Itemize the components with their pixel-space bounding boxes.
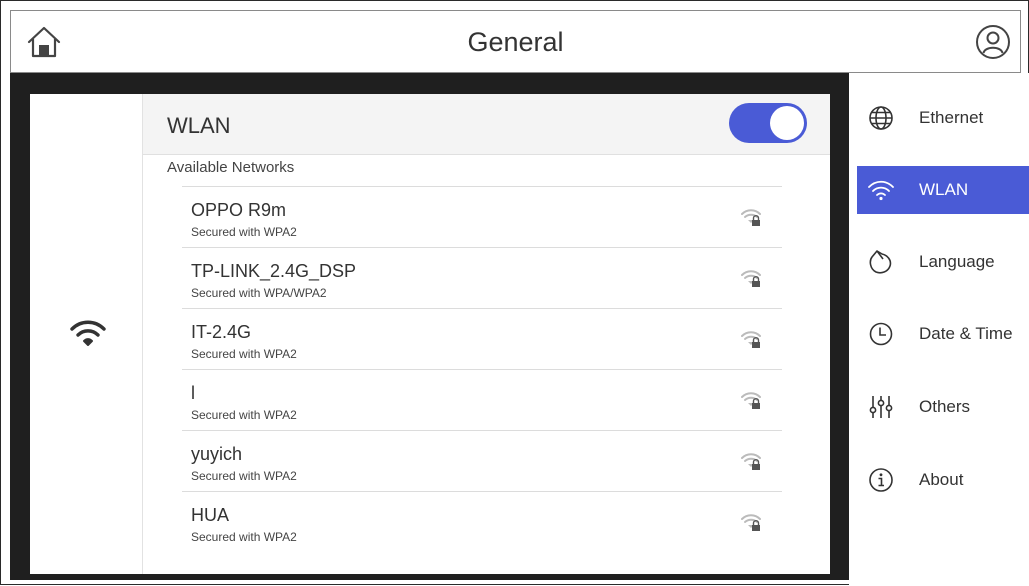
wlan-card: WLAN Available Networks OPPO R9m Secured… bbox=[30, 94, 830, 574]
network-item[interactable]: HUA Secured with WPA2 bbox=[182, 491, 782, 552]
nav-item-ethernet[interactable]: Ethernet bbox=[857, 94, 1029, 142]
globe-icon bbox=[869, 106, 893, 130]
nav-label: WLAN bbox=[919, 180, 969, 199]
sliders-icon bbox=[869, 396, 893, 418]
wifi-lock-icon bbox=[741, 514, 761, 531]
settings-nav: Ethernet WLAN Language Date & Time Other… bbox=[849, 73, 1029, 586]
nav-item-about[interactable]: About bbox=[857, 456, 1029, 504]
nav-label: Others bbox=[919, 397, 971, 416]
nav-item-date-time[interactable]: Date & Time bbox=[857, 310, 1029, 358]
top-bar: General bbox=[10, 10, 1021, 73]
network-name: IT-2.4G bbox=[191, 322, 252, 342]
network-name: HUA bbox=[191, 505, 230, 525]
network-security: Secured with WPA2 bbox=[191, 225, 297, 239]
wifi-icon bbox=[868, 180, 894, 201]
network-security: Secured with WPA2 bbox=[191, 469, 297, 483]
nav-item-language[interactable]: Language bbox=[857, 238, 1029, 286]
nav-label: Date & Time bbox=[919, 324, 1013, 343]
wifi-lock-icon bbox=[741, 331, 761, 348]
network-security: Secured with WPA2 bbox=[191, 347, 297, 361]
wifi-icon bbox=[70, 320, 106, 346]
wlan-header: WLAN bbox=[143, 94, 830, 155]
network-security: Secured with WPA2 bbox=[191, 530, 297, 544]
network-name: TP-LINK_2.4G_DSP bbox=[191, 261, 357, 281]
available-networks-label: Available Networks bbox=[167, 159, 295, 176]
clock-icon bbox=[869, 322, 893, 346]
nav-item-wlan[interactable]: WLAN bbox=[857, 166, 1029, 214]
wifi-lock-icon bbox=[741, 392, 761, 409]
wlan-title: WLAN bbox=[167, 113, 231, 138]
network-item[interactable]: TP-LINK_2.4G_DSP Secured with WPA/WPA2 bbox=[182, 247, 782, 308]
wlan-toggle[interactable] bbox=[729, 103, 807, 143]
wifi-lock-icon bbox=[741, 209, 761, 226]
network-item[interactable]: IT-2.4G Secured with WPA2 bbox=[182, 308, 782, 369]
content-pane: WLAN Available Networks OPPO R9m Secured… bbox=[10, 73, 849, 580]
wlan-panel: WLAN Available Networks OPPO R9m Secured… bbox=[143, 94, 830, 574]
user-button[interactable] bbox=[974, 23, 1012, 61]
info-icon bbox=[869, 468, 893, 492]
nav-label: Language bbox=[919, 252, 995, 271]
language-icon bbox=[869, 250, 892, 274]
network-name: l bbox=[191, 383, 195, 403]
page-title: General bbox=[467, 27, 564, 57]
nav-item-others[interactable]: Others bbox=[857, 383, 1029, 431]
card-sidebar bbox=[30, 94, 143, 574]
app-frame: General WLAN Available Networks OPPO R9m… bbox=[0, 0, 1029, 586]
user-icon bbox=[976, 25, 1010, 59]
network-security: Secured with WPA2 bbox=[191, 408, 297, 422]
wifi-lock-icon bbox=[741, 453, 761, 470]
wifi-lock-icon bbox=[741, 270, 761, 287]
network-name: OPPO R9m bbox=[191, 200, 287, 220]
network-item[interactable]: l Secured with WPA2 bbox=[182, 369, 782, 430]
nav-label: About bbox=[919, 470, 964, 489]
network-list: OPPO R9m Secured with WPA2 TP-LINK_2.4G_… bbox=[182, 186, 782, 552]
toggle-knob bbox=[770, 106, 804, 140]
network-item[interactable]: yuyich Secured with WPA2 bbox=[182, 430, 782, 491]
network-item[interactable]: OPPO R9m Secured with WPA2 bbox=[182, 186, 782, 247]
network-name: yuyich bbox=[191, 444, 243, 464]
network-security: Secured with WPA/WPA2 bbox=[191, 286, 327, 300]
nav-label: Ethernet bbox=[919, 108, 984, 127]
